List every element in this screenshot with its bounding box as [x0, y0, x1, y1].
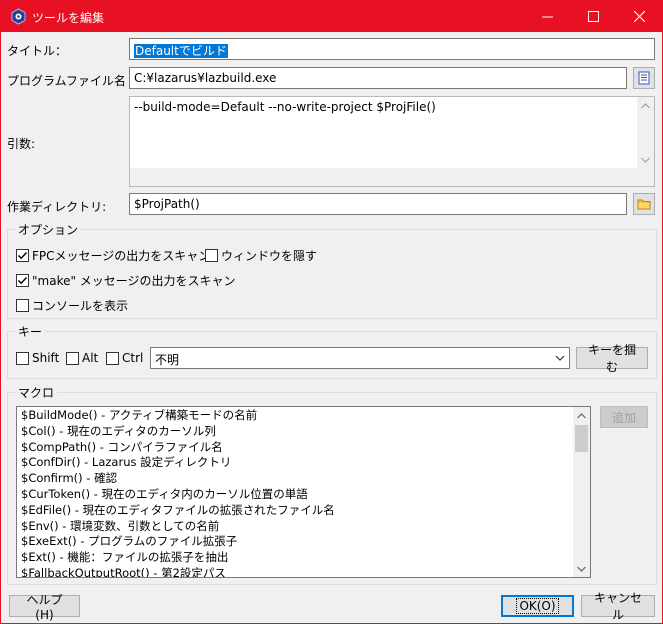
key-combo[interactable]: 不明: [150, 347, 570, 369]
macro-list-item[interactable]: $ConfDir() - Lazarus 設定ディレクトリ: [21, 455, 573, 471]
maximize-icon: [587, 11, 599, 22]
args-horizontal-scrollbar[interactable]: [130, 168, 637, 186]
args-memo[interactable]: --build-mode=Default --no-write-project …: [129, 96, 655, 187]
scan-fpc-checkbox[interactable]: FPCメッセージの出力をスキャン: [16, 247, 210, 264]
add-macro-button[interactable]: 追加: [600, 406, 648, 428]
macro-list-item[interactable]: $EdFile() - 現在のエディタファイルの拡張されたファイル名: [21, 503, 573, 519]
macro-list-item[interactable]: $ExeExt() - プログラムのファイル拡張子: [21, 534, 573, 550]
scroll-up-arrow-icon[interactable]: [573, 407, 590, 424]
help-button-label: ヘルプ(H): [26, 592, 63, 622]
hide-window-label: ウィンドウを隠す: [221, 249, 318, 263]
workdir-label: 作業ディレクトリ:: [7, 200, 107, 214]
macro-list-item[interactable]: $Ext() - 機能：ファイルの拡張子を抽出: [21, 550, 573, 566]
ok-button[interactable]: OK(O): [501, 595, 574, 617]
workdir-input[interactable]: $ProjPath(): [129, 193, 627, 215]
args-value: --build-mode=Default --no-write-project …: [134, 100, 436, 114]
chevron-down-icon[interactable]: [555, 353, 565, 363]
macro-list-item[interactable]: $Col() - 現在のエディタのカーソル列: [21, 424, 573, 440]
scrollbar-corner: [637, 168, 654, 186]
minimize-button[interactable]: [524, 1, 570, 32]
macro-items: $BuildMode() - アクティブ構築モードの名前 $Col() - 現在の…: [21, 408, 573, 577]
macro-list-item[interactable]: $CompPath() - コンパイラファイル名: [21, 440, 573, 456]
alt-checkbox[interactable]: Alt: [66, 351, 98, 365]
macro-list-item[interactable]: $CurToken() - 現在のエディタ内のカーソル位置の単語: [21, 487, 573, 503]
macro-list-scrollbar[interactable]: [573, 407, 590, 577]
show-console-box[interactable]: [16, 299, 29, 312]
add-macro-button-label: 追加: [611, 410, 636, 425]
macro-list-item[interactable]: $FallbackOutputRoot() - 第2設定パス: [21, 566, 573, 577]
hide-window-checkbox[interactable]: ウィンドウを隠す: [205, 247, 317, 264]
ok-button-label: OK(O): [516, 598, 559, 614]
workdir-value: $ProjPath(): [134, 197, 200, 211]
shift-label: Shift: [32, 351, 60, 365]
ctrl-checkbox[interactable]: Ctrl: [106, 351, 143, 365]
scroll-down-arrow-icon[interactable]: [637, 151, 654, 168]
cancel-button-label: キャンセル: [593, 591, 642, 622]
title-bar: ツールを編集: [1, 1, 662, 32]
scan-fpc-label: FPCメッセージの出力をスキャン: [32, 249, 211, 263]
maximize-button[interactable]: [570, 1, 616, 32]
show-console-label: コンソールを表示: [32, 299, 129, 313]
show-console-checkbox[interactable]: コンソールを表示: [16, 297, 128, 314]
program-file-value: C:¥lazarus¥lazbuild.exe: [134, 71, 277, 85]
browse-file-icon: [638, 71, 650, 85]
close-button[interactable]: [616, 1, 662, 32]
scroll-up-arrow-icon[interactable]: [637, 97, 654, 114]
args-label: 引数:: [7, 137, 36, 151]
macro-group-title: マクロ: [15, 384, 58, 401]
hide-window-box[interactable]: [205, 249, 218, 262]
title-label: タイトル：: [7, 44, 68, 58]
title-input-value: Defaultでビルド: [134, 44, 228, 58]
options-group-title: オプション: [15, 221, 82, 238]
ctrl-box[interactable]: [106, 351, 119, 365]
shift-checkbox[interactable]: Shift: [16, 351, 59, 365]
scan-make-checkbox[interactable]: "make" メッセージの出力をスキャン: [16, 272, 236, 289]
macro-list-item[interactable]: $Env() - 環境変数、引数としての名前: [21, 519, 573, 535]
alt-box[interactable]: [66, 351, 79, 365]
minimize-icon: [541, 16, 553, 18]
key-combo-value: 不明: [155, 353, 180, 367]
close-icon: [633, 11, 645, 22]
scan-make-label: "make" メッセージの出力をスキャン: [32, 274, 236, 288]
args-vertical-scrollbar[interactable]: [637, 97, 654, 168]
macro-list-scroll-thumb[interactable]: [575, 425, 588, 452]
program-file-label: プログラムファイル名: [7, 74, 126, 88]
key-group-title: キー: [15, 323, 46, 340]
window-title: ツールを編集: [32, 11, 105, 25]
macro-list-item[interactable]: $BuildMode() - アクティブ構築モードの名前: [21, 408, 573, 424]
browse-file-button[interactable]: [633, 67, 655, 89]
ctrl-label: Ctrl: [122, 351, 144, 365]
macro-list-item[interactable]: $Confirm() - 確認: [21, 471, 573, 487]
macro-list[interactable]: $BuildMode() - アクティブ構築モードの名前 $Col() - 現在の…: [16, 406, 591, 578]
alt-label: Alt: [82, 351, 99, 365]
scan-fpc-box[interactable]: [16, 249, 29, 262]
scroll-down-arrow-icon[interactable]: [573, 560, 590, 577]
grab-key-button-label: キーを掴む: [587, 343, 636, 374]
browse-folder-button[interactable]: [633, 193, 655, 215]
program-file-input[interactable]: C:¥lazarus¥lazbuild.exe: [129, 67, 627, 89]
help-button[interactable]: ヘルプ(H): [9, 593, 80, 622]
cancel-button[interactable]: キャンセル: [581, 591, 655, 622]
shift-box[interactable]: [16, 351, 29, 365]
browse-folder-icon: [637, 199, 651, 210]
title-input[interactable]: Defaultでビルド: [129, 38, 655, 60]
lazarus-icon: [10, 8, 27, 25]
grab-key-button[interactable]: キーを掴む: [576, 343, 648, 374]
edit-tool-dialog: ツールを編集 タイトル： Defaultでビルド プログラムファイル名 C:¥l…: [0, 0, 663, 624]
scan-make-box[interactable]: [16, 274, 29, 287]
